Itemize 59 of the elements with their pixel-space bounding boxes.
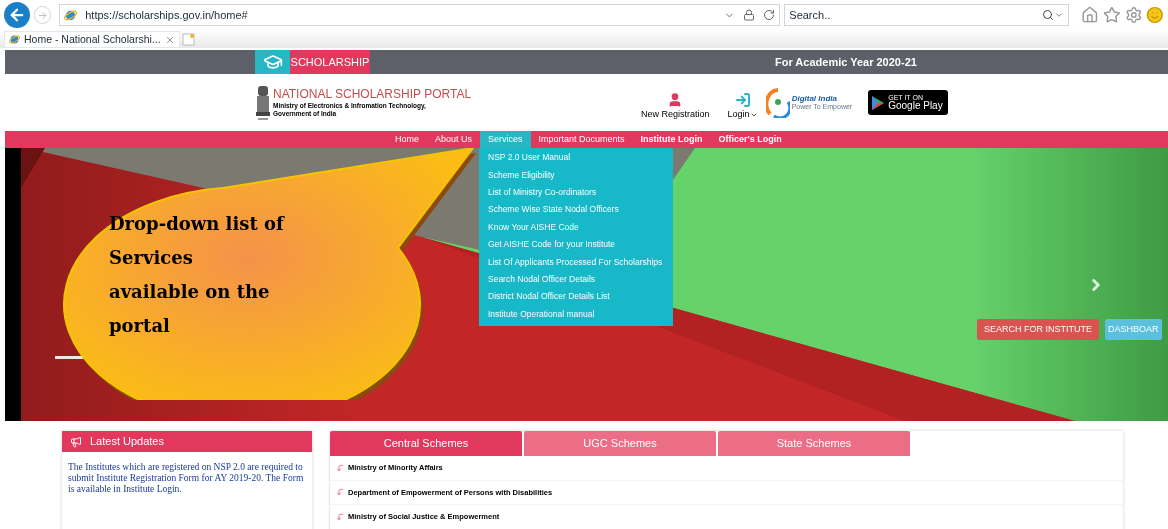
menu-item[interactable]: Get AISHE Code for your Institute — [479, 235, 673, 254]
nav-link[interactable]: Officer's Login — [710, 131, 790, 148]
cap-badge — [255, 50, 290, 74]
forward-arrow-icon — [36, 9, 48, 21]
menu-item[interactable]: Scheme Wise State Nodal Officers — [479, 201, 673, 219]
scheme-tab[interactable]: State Schemes — [718, 431, 910, 456]
digital-india-name: Digital India — [791, 95, 838, 103]
menu-item[interactable]: List of Ministry Co-ordinators — [479, 183, 673, 202]
bent-arrow-icon — [336, 488, 344, 497]
browser-tab[interactable]: Home - National Scholarshi... — [4, 31, 180, 48]
search-box[interactable]: Search.. — [784, 4, 1070, 26]
nav-link[interactable]: About Us — [427, 131, 481, 148]
nav-link[interactable]: Services — [480, 131, 531, 148]
favorites-icon[interactable] — [1102, 6, 1121, 24]
emblem-icon — [255, 83, 271, 122]
tab-title: Home - National Scholarshi... — [24, 31, 161, 47]
bent-arrow-icon — [336, 463, 344, 472]
menu-item[interactable]: District Nodal Officer Details List — [479, 288, 673, 306]
home-icon[interactable] — [1081, 6, 1099, 24]
dashboard-button[interactable]: DASHBOAR — [1105, 319, 1162, 340]
menu-item[interactable]: Search Nodal Officer Details — [479, 270, 673, 289]
scheme-tab[interactable]: Central Schemes — [330, 431, 522, 456]
refresh-icon[interactable] — [763, 9, 776, 21]
megaphone-icon — [70, 435, 82, 448]
search-input[interactable]: Search.. — [789, 6, 1043, 24]
new-tab-icon[interactable] — [181, 33, 195, 46]
lock-icon — [743, 9, 756, 21]
back-button[interactable] — [4, 2, 30, 28]
search-icon[interactable] — [1042, 9, 1055, 21]
search-institute-button[interactable]: SEARCH FOR INSTITUTE — [977, 319, 1099, 340]
scheme-tab[interactable]: UGC Schemes — [524, 431, 716, 456]
nav-link[interactable]: Institute Login — [632, 131, 711, 148]
new-registration-link[interactable]: New Registration — [641, 107, 710, 122]
menu-item[interactable]: Scheme Eligibility — [479, 166, 673, 184]
academic-year: For Academic Year 2020-21 — [775, 54, 917, 70]
menu-item[interactable]: Institute Operational manual — [479, 305, 673, 323]
settings-icon[interactable] — [1124, 6, 1143, 24]
nav-link[interactable]: Important Documents — [530, 131, 633, 148]
update-text: The Institutes which are registered on NSP 2.0 are required to submit Institute Registration Form for AY 2019-20. The Form is available in Institute Login. — [67, 461, 305, 495]
browser-logo-icon — [9, 34, 20, 45]
close-icon[interactable] — [164, 34, 175, 45]
bent-arrow-icon — [336, 512, 344, 521]
menu-item[interactable]: NSP 2.0 User Manual — [479, 149, 673, 167]
address-bar[interactable]: https://scholarships.gov.in/home# — [59, 4, 781, 26]
updates-title: Latest Updates — [90, 434, 164, 450]
menu-item[interactable]: Know Your AISHE Code — [479, 218, 673, 236]
login-link[interactable]: Login — [727, 107, 750, 122]
badge-store-name: Google Play — [888, 101, 943, 111]
dropdown-icon[interactable] — [1054, 10, 1065, 20]
callout-text: Drop-down list of Services available on the portal — [109, 212, 286, 338]
browser-logo-icon — [64, 8, 78, 22]
url-text: https://scholarships.gov.in/home# — [85, 7, 248, 23]
portal-title: NATIONAL SCHOLARSHIP PORTAL — [273, 86, 472, 102]
digital-india-logo-icon — [765, 87, 790, 118]
smiley-icon[interactable] — [1146, 6, 1164, 24]
menu-item[interactable]: List Of Applicants Processed For Scholarships — [479, 253, 673, 271]
nav-link[interactable]: Home — [387, 131, 427, 148]
scholarship-label: SCHOLARSHIP — [290, 50, 370, 74]
play-icon — [872, 95, 885, 110]
